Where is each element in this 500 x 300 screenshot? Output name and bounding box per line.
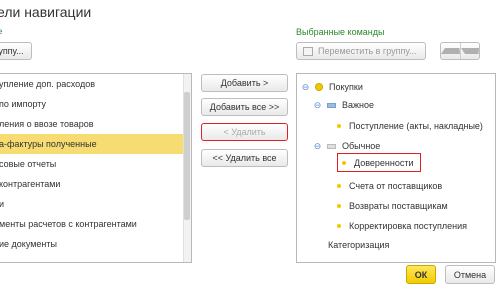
tree-node-item[interactable]: Счета от поставщиков [337, 178, 442, 194]
selected-commands-caption: Выбранные команды [296, 27, 385, 37]
tree-node-label: Доверенности [354, 157, 414, 168]
tree-node-label: Обычное [342, 141, 381, 151]
list-item[interactable]: и [0, 194, 183, 214]
collapse-icon[interactable]: ⊖ [302, 82, 310, 92]
list-item[interactable]: ления о ввозе товаров [0, 114, 183, 134]
command-icon [337, 124, 341, 128]
cancel-button[interactable]: Отмена [445, 265, 495, 284]
group-icon [327, 143, 336, 149]
tree-node-label: Корректировка поступления [349, 221, 467, 231]
remove-button[interactable]: < Удалить [201, 123, 288, 141]
list-item[interactable]: менты расчетов с контрагентами [0, 214, 183, 234]
arrow-up-icon[interactable] [441, 43, 461, 59]
tree-node-label: Категоризация [328, 240, 390, 250]
group-icon [327, 102, 336, 108]
tree-node-item[interactable]: Возвраты поставщикам [337, 198, 448, 214]
tree-node-item[interactable]: Поступление (акты, накладные) [337, 118, 483, 134]
move-to-group-label: Переместить в группу... [318, 46, 417, 56]
tree-node-root[interactable]: ⊖ Покупки [302, 79, 363, 95]
tree-node-label: Покупки [329, 82, 363, 92]
ok-button[interactable]: ОК [406, 265, 436, 284]
command-icon [342, 160, 346, 165]
selected-commands-tree[interactable]: ⊖ Покупки ⊖ Важное Поступление (акты, на… [296, 73, 496, 263]
list-item[interactable]: по импорту [0, 94, 183, 114]
available-commands-caption: е [0, 27, 3, 36]
tree-node-label: Возвраты поставщикам [349, 201, 448, 211]
command-icon [337, 184, 341, 188]
add-all-button[interactable]: Добавить все >> [201, 98, 288, 116]
scrollbar[interactable] [183, 74, 191, 262]
folder-icon [303, 46, 313, 56]
arrow-down-icon[interactable] [460, 43, 479, 59]
tree-node-item[interactable]: Категоризация [328, 237, 389, 253]
collapse-icon[interactable]: ⊖ [314, 141, 322, 151]
group-button[interactable]: уппу... [0, 42, 32, 60]
available-commands-list[interactable]: упление доп. расходов по импорту ления о… [0, 73, 192, 263]
command-icon [337, 204, 341, 208]
scrollbar-thumb[interactable] [184, 92, 190, 220]
collapse-icon[interactable]: ⊖ [314, 100, 322, 110]
tree-node-label: Поступление (акты, накладные) [349, 121, 483, 131]
move-to-group-button[interactable]: Переместить в группу... [296, 42, 426, 60]
tree-node-important[interactable]: ⊖ Важное [314, 97, 374, 113]
tree-node-label: Счета от поставщиков [349, 181, 443, 191]
tree-node-item-highlighted[interactable]: Доверенности [337, 153, 421, 172]
section-icon [315, 83, 323, 91]
list-item[interactable]: ие документы [0, 234, 183, 254]
order-arrows [440, 42, 480, 60]
list-item[interactable]: контрагентами [0, 174, 183, 194]
list-item-selected[interactable]: а-фактуры полученные [0, 134, 183, 154]
tree-node-item[interactable]: Корректировка поступления [337, 218, 467, 234]
list-item[interactable]: упление доп. расходов [0, 74, 183, 94]
tree-node-regular[interactable]: ⊖ Обычное [314, 138, 381, 154]
add-button[interactable]: Добавить > [201, 74, 288, 92]
remove-all-button[interactable]: << Удалить все [201, 149, 288, 167]
dialog-title: ели навигации [0, 4, 92, 20]
tree-node-label: Важное [342, 100, 375, 110]
list-item[interactable]: совые отчеты [0, 154, 183, 174]
command-icon [337, 224, 341, 228]
